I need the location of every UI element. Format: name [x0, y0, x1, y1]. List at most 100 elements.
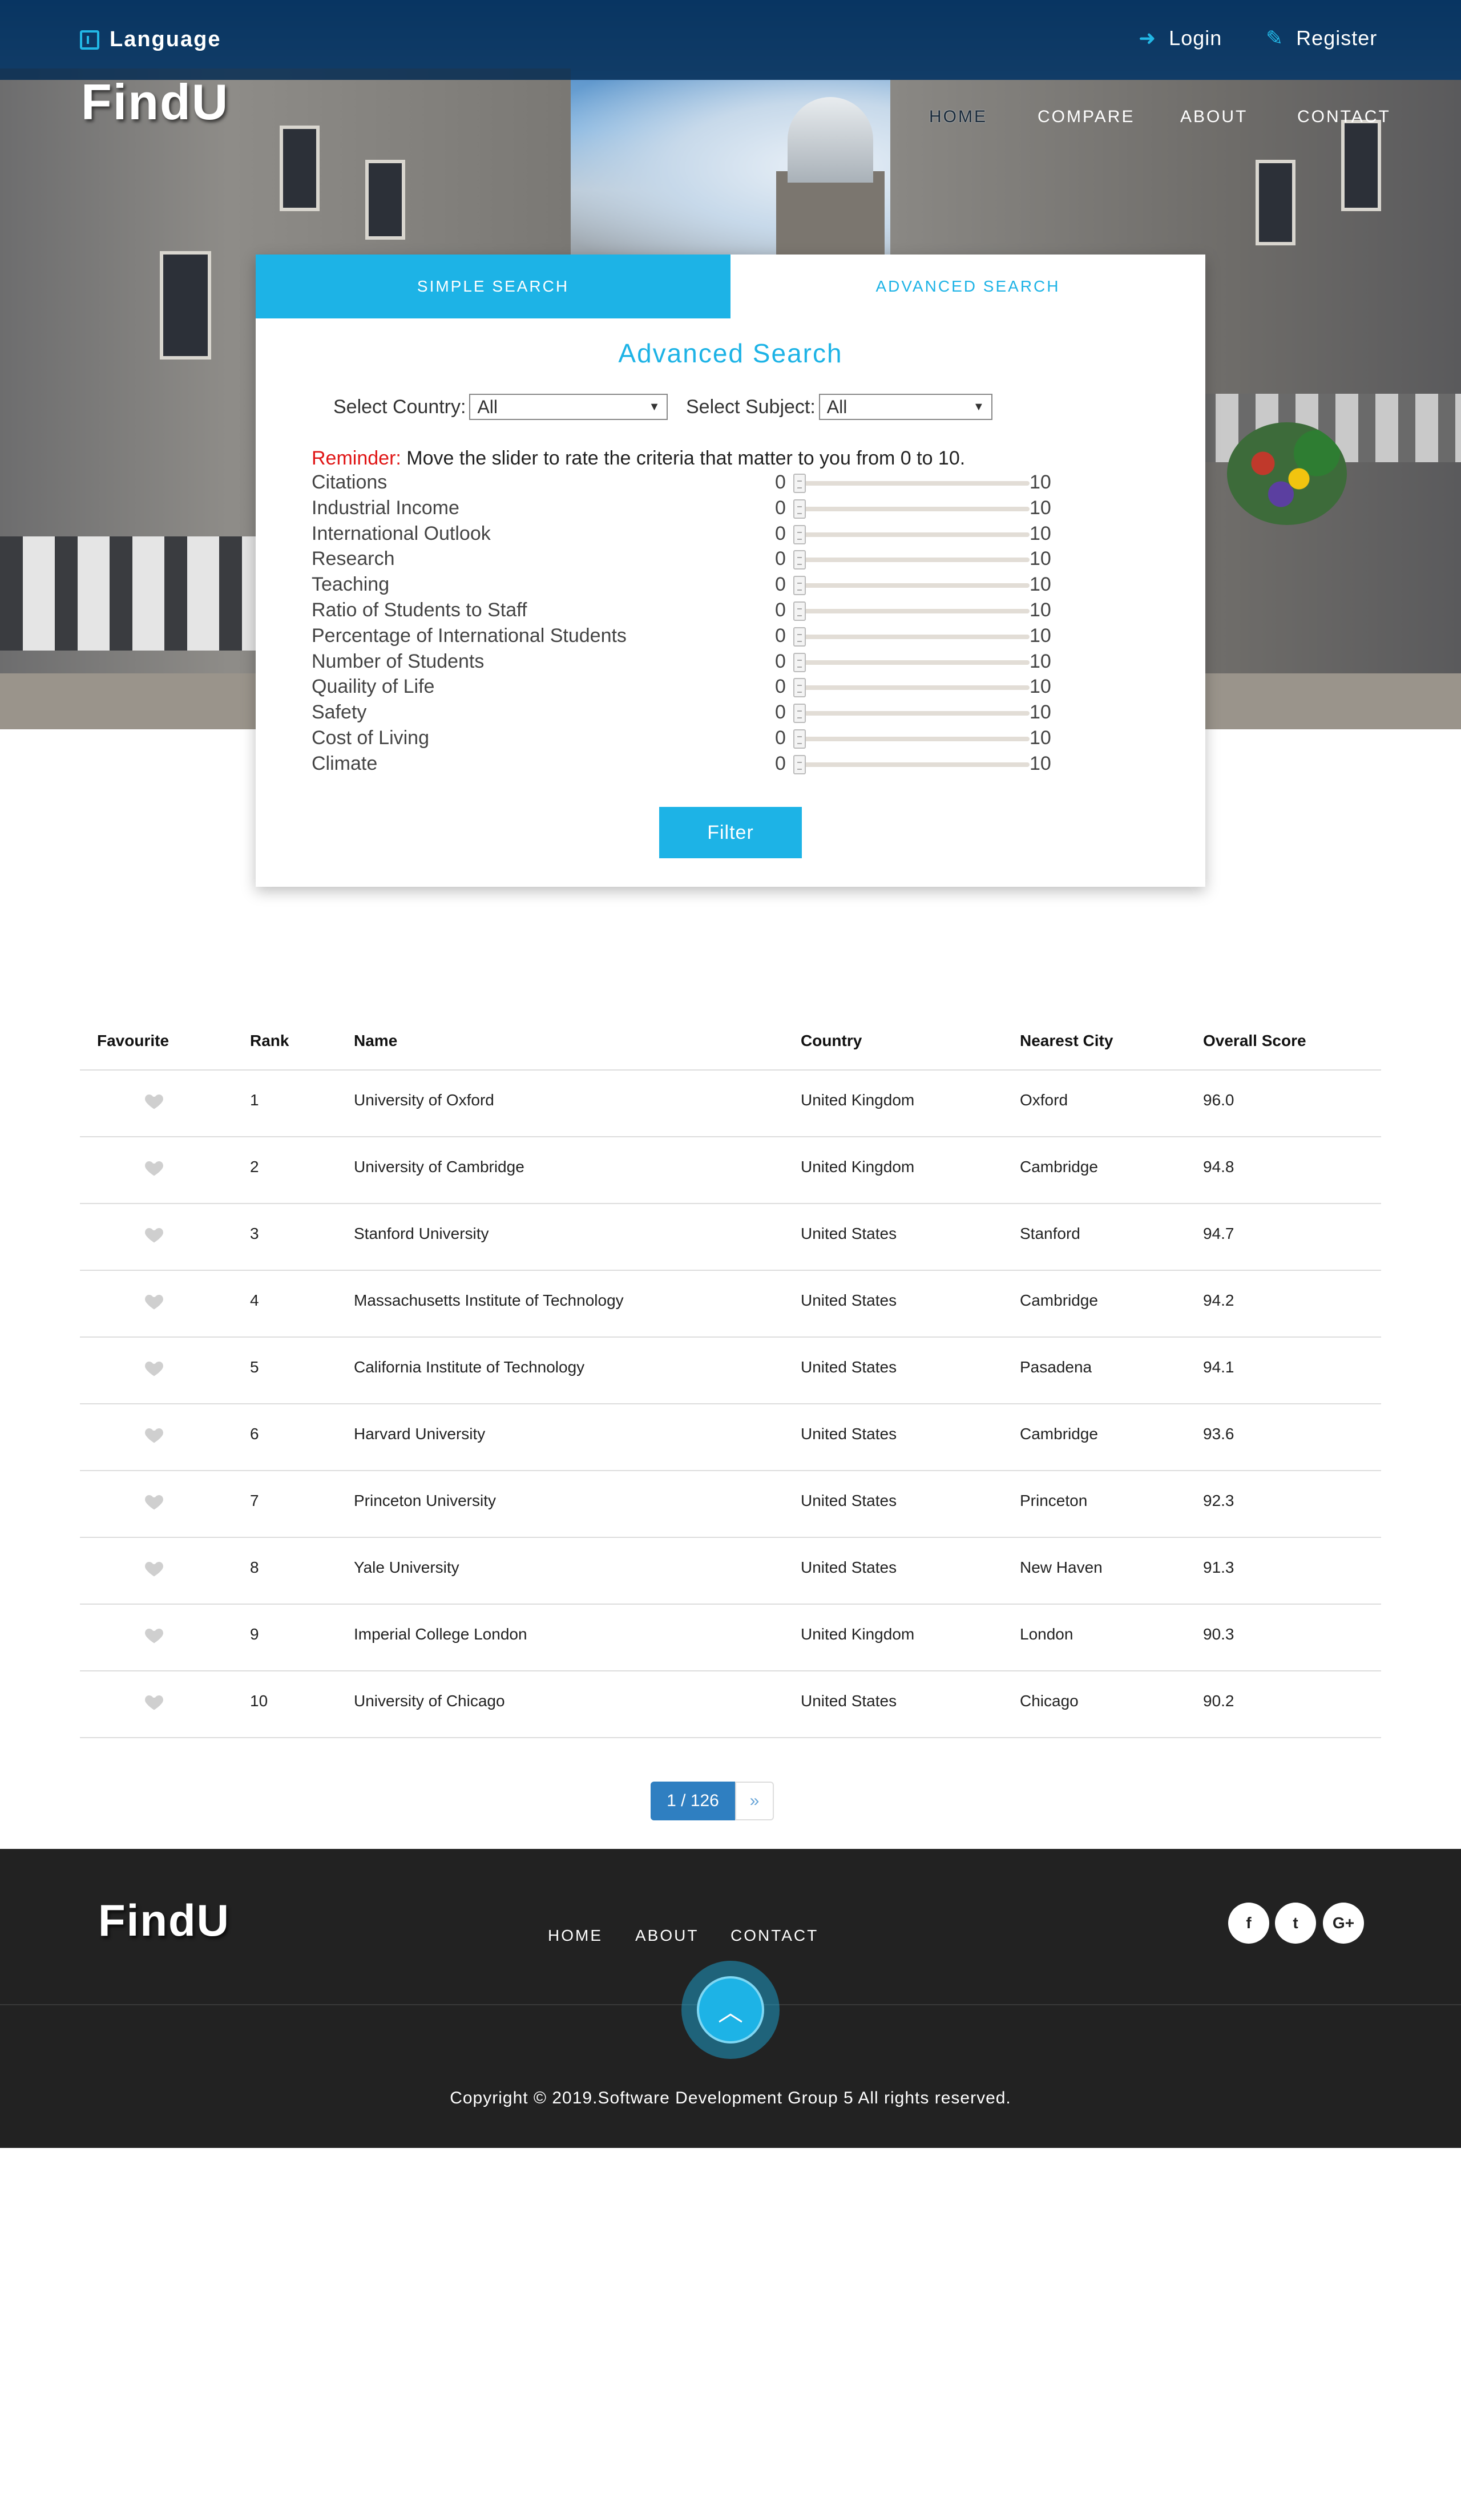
cell-overall-score: 91.3: [1203, 1558, 1234, 1576]
table-row[interactable]: 10 University of Chicago United States Chic…: [80, 1671, 1381, 1738]
header-nearest-city[interactable]: Nearest City: [1020, 1032, 1113, 1050]
table-row[interactable]: 3 Stanford University United States Stanfor…: [80, 1204, 1381, 1271]
slider-handle[interactable]: [793, 652, 806, 672]
cell-country: United States: [801, 1425, 897, 1443]
criterion-name: Cost of Living: [312, 726, 429, 749]
table-row[interactable]: 9 Imperial College London United Kingdom Lo…: [80, 1605, 1381, 1671]
subject-select[interactable]: All ▼: [818, 394, 992, 420]
table-row[interactable]: 8 Yale University United States New Haven 91…: [80, 1538, 1381, 1605]
slider-max: 10: [1030, 496, 1051, 519]
reminder-label: Reminder:: [312, 447, 401, 469]
table-row[interactable]: 2 University of Cambridge United Kingdom Ca…: [80, 1137, 1381, 1204]
slider-min: 0: [775, 726, 786, 749]
next-page-button[interactable]: »: [735, 1782, 774, 1820]
brand-logo[interactable]: FindU: [81, 73, 229, 131]
cell-name[interactable]: California Institute of Technology: [354, 1358, 584, 1376]
search-tabs: SIMPLE SEARCH ADVANCED SEARCH: [256, 255, 1205, 318]
subject-label: Select Subject:: [686, 395, 816, 418]
heart-icon[interactable]: [144, 1425, 164, 1445]
heart-icon[interactable]: [144, 1692, 164, 1713]
slider-handle[interactable]: [793, 474, 806, 493]
country-select[interactable]: All ▼: [469, 394, 668, 420]
slider-handle[interactable]: [793, 678, 806, 698]
table-row[interactable]: 4 Massachusetts Institute of Technology Un…: [80, 1271, 1381, 1338]
heart-icon[interactable]: [144, 1625, 164, 1646]
cell-name[interactable]: University of Cambridge: [354, 1158, 524, 1176]
cell-name[interactable]: Imperial College London: [354, 1625, 527, 1643]
slider-handle[interactable]: [793, 601, 806, 621]
header-overall-score[interactable]: Overall Score: [1203, 1032, 1306, 1050]
cell-name[interactable]: University of Chicago: [354, 1692, 505, 1710]
slider-track[interactable]: [796, 685, 1030, 690]
cell-name[interactable]: Stanford University: [354, 1225, 489, 1243]
nav-contact[interactable]: CONTACT: [1297, 107, 1391, 127]
heart-icon[interactable]: [144, 1225, 164, 1245]
slider-track[interactable]: [796, 558, 1030, 563]
heart-icon[interactable]: [144, 1091, 164, 1112]
criterion-row: Quaility of Life 0 10: [312, 676, 1111, 701]
twitter-icon[interactable]: t: [1275, 1903, 1316, 1944]
slider-track[interactable]: [796, 532, 1030, 537]
google-plus-icon[interactable]: G+: [1323, 1903, 1364, 1944]
slider-handle[interactable]: [793, 550, 806, 570]
footer-nav-home[interactable]: HOME: [548, 1927, 603, 1945]
slider-handle[interactable]: [793, 704, 806, 724]
cell-name[interactable]: University of Oxford: [354, 1091, 494, 1109]
slider-handle[interactable]: [793, 576, 806, 596]
nav-home[interactable]: HOME: [929, 107, 987, 127]
slider-track[interactable]: [796, 608, 1030, 613]
criterion-name: Ratio of Students to Staff: [312, 599, 527, 621]
cell-rank: 8: [250, 1558, 259, 1576]
scroll-to-top-button[interactable]: ︿: [681, 1961, 780, 2059]
filter-button[interactable]: Filter: [659, 807, 802, 858]
page-indicator[interactable]: 1 / 126: [651, 1782, 735, 1820]
footer-brand[interactable]: FindU: [98, 1895, 230, 1946]
cell-name[interactable]: Princeton University: [354, 1492, 496, 1510]
cell-name[interactable]: Harvard University: [354, 1425, 485, 1443]
slider-handle[interactable]: [793, 499, 806, 519]
criterion-row: Teaching 0 10: [312, 574, 1111, 599]
slider-track[interactable]: [796, 506, 1030, 511]
cell-name[interactable]: Yale University: [354, 1558, 459, 1577]
footer: FindU HOME ABOUT CONTACT f t G+ ︿ Copyri…: [0, 1849, 1461, 2148]
slider-track[interactable]: [796, 762, 1030, 767]
search-panel: SIMPLE SEARCH ADVANCED SEARCH Advanced S…: [256, 255, 1205, 887]
table-row[interactable]: 6 Harvard University United States Cambridg…: [80, 1404, 1381, 1471]
slider-min: 0: [775, 471, 786, 493]
slider-max: 10: [1030, 701, 1051, 724]
footer-nav-about[interactable]: ABOUT: [635, 1927, 699, 1945]
slider-handle[interactable]: [793, 729, 806, 749]
nav-about[interactable]: ABOUT: [1180, 107, 1248, 127]
heart-icon[interactable]: [144, 1492, 164, 1512]
language-selector[interactable]: Language: [80, 27, 221, 52]
nav-compare[interactable]: COMPARE: [1038, 107, 1135, 127]
slider-handle[interactable]: [793, 524, 806, 544]
table-row[interactable]: 1 University of Oxford United Kingdom Oxfor…: [80, 1071, 1381, 1137]
slider-max: 10: [1030, 752, 1051, 774]
cell-overall-score: 94.2: [1203, 1291, 1234, 1309]
table-row[interactable]: 7 Princeton University United States Prince…: [80, 1471, 1381, 1538]
heart-icon[interactable]: [144, 1291, 164, 1312]
heart-icon[interactable]: [144, 1358, 164, 1379]
slider-track[interactable]: [796, 660, 1030, 665]
facebook-icon[interactable]: f: [1228, 1903, 1269, 1944]
slider-track[interactable]: [796, 583, 1030, 588]
heart-icon[interactable]: [144, 1558, 164, 1579]
slider-track[interactable]: [796, 634, 1030, 639]
header-name[interactable]: Name: [354, 1032, 397, 1050]
tab-advanced-search[interactable]: ADVANCED SEARCH: [730, 255, 1205, 318]
register-link[interactable]: ✎ Register: [1266, 26, 1377, 50]
slider-track[interactable]: [796, 711, 1030, 716]
header-country[interactable]: Country: [801, 1032, 862, 1050]
heart-icon[interactable]: [144, 1158, 164, 1178]
footer-nav-contact[interactable]: CONTACT: [730, 1927, 818, 1945]
table-row[interactable]: 5 California Institute of Technology Unite…: [80, 1338, 1381, 1404]
login-link[interactable]: ➜ Login: [1139, 26, 1222, 50]
slider-handle[interactable]: [793, 754, 806, 774]
slider-track[interactable]: [796, 736, 1030, 741]
tab-simple-search[interactable]: SIMPLE SEARCH: [256, 255, 730, 318]
slider-handle[interactable]: [793, 627, 806, 647]
cell-name[interactable]: Massachusetts Institute of Technology: [354, 1291, 624, 1310]
slider-track[interactable]: [796, 481, 1030, 486]
header-rank[interactable]: Rank: [250, 1032, 289, 1050]
